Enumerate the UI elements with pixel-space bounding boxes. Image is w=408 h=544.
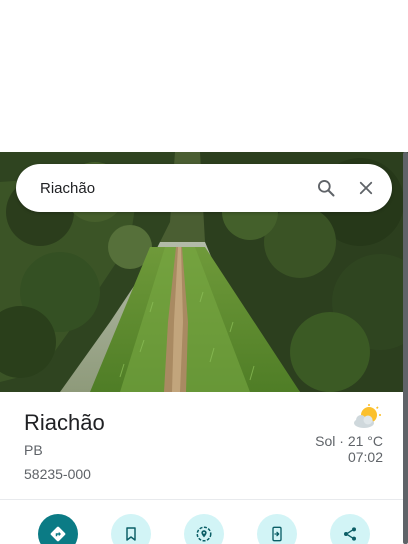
- directions-icon: [50, 526, 66, 542]
- search-input[interactable]: Riachão: [40, 180, 306, 197]
- local-time: 07:02: [347, 449, 383, 465]
- search-box[interactable]: Riachão: [16, 164, 392, 212]
- place-state: PB: [24, 442, 43, 458]
- close-icon: [359, 181, 373, 195]
- search-button[interactable]: [306, 168, 346, 208]
- clear-search-button[interactable]: [346, 168, 386, 208]
- search-icon: [318, 180, 335, 197]
- share-button[interactable]: [330, 514, 370, 544]
- place-info-panel: Riachão PB 58235-000 Sol · 21 °C 07:02: [0, 392, 403, 500]
- action-bar: [0, 514, 403, 544]
- share-icon: [344, 527, 356, 541]
- maps-place-page: Riachão Riachão PB 58235-000 Sol · 21 °C…: [0, 0, 408, 544]
- scrollbar[interactable]: [403, 152, 408, 544]
- place-postal-code: 58235-000: [24, 466, 91, 482]
- partly-sunny-icon: [354, 404, 381, 428]
- save-button[interactable]: [111, 514, 151, 544]
- nearby-icon: [196, 526, 212, 542]
- directions-button[interactable]: [38, 514, 78, 544]
- bookmark-icon: [126, 527, 136, 541]
- nearby-button[interactable]: [184, 514, 224, 544]
- weather-condition: Sol · 21 °C: [315, 433, 383, 449]
- place-title: Riachão: [24, 410, 105, 435]
- send-to-phone-icon: [272, 526, 282, 542]
- send-to-phone-button[interactable]: [257, 514, 297, 544]
